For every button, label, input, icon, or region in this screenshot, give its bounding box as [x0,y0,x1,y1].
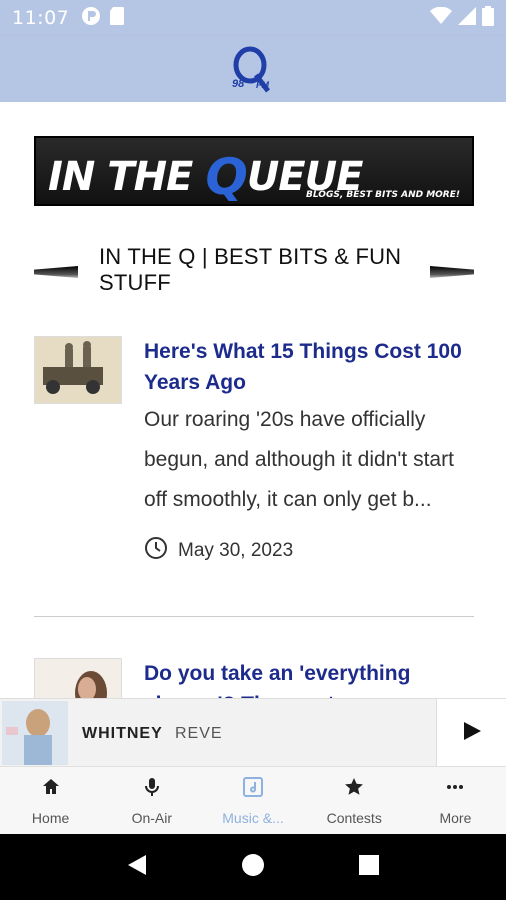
nav-item-more[interactable]: More [405,767,506,834]
content-area[interactable]: IN THE QUEUE BLOGS, BEST BITS AND MORE! … [0,102,506,698]
home-icon [41,777,61,802]
star-icon [344,777,364,802]
music-icon [243,777,263,802]
nav-item-music[interactable]: Music &... [202,767,303,834]
heading-decor-left [34,266,78,278]
status-time: 11:07 [12,7,70,29]
nav-item-home[interactable]: Home [0,767,101,834]
wifi-icon [430,6,452,30]
article-excerpt: Our roaring '20s have officially begun, … [144,408,454,511]
recents-icon[interactable] [358,854,380,881]
p-circle-icon [81,6,101,31]
now-playing-bar[interactable]: WHITNEY REVE [0,698,506,767]
album-art [2,701,68,765]
battery-icon [482,5,494,31]
nav-item-contests[interactable]: Contests [304,767,405,834]
banner-title-q: Q [205,148,248,206]
article-card[interactable]: Do you take an 'everything shower'? The … [34,658,474,698]
cell-signal-icon [458,6,476,30]
article-card[interactable]: Here's What 15 Things Cost 100 Years Ago… [34,336,474,586]
nav-label-more: More [439,810,472,826]
play-button[interactable] [436,699,506,767]
article-thumbnail[interactable] [34,658,122,698]
in-the-queue-banner[interactable]: IN THE QUEUE BLOGS, BEST BITS AND MORE! [34,136,474,206]
now-playing-title: WHITNEY [82,725,163,742]
app-header: 98 FM [0,36,506,102]
section-heading: IN THE Q | BEST BITS & FUN STUFF [34,244,474,304]
banner-title-part1: IN THE [48,154,193,200]
nav-label-home: Home [31,810,70,826]
bottom-navigation: Home On-Air Music &... Contests More [0,766,506,834]
sd-card-icon [109,6,125,31]
play-icon [461,720,483,747]
article-title[interactable]: Here's What 15 Things Cost 100 Years Ago [144,336,474,398]
heading-decor-right [430,266,474,278]
system-navigation-bar [0,834,506,900]
now-playing-subtitle: REVE [175,725,223,742]
logo-98: 98 [232,78,245,90]
article-thumbnail[interactable] [34,336,122,404]
nav-item-on-air[interactable]: On-Air [101,767,202,834]
banner-tagline: BLOGS, BEST BITS AND MORE! [306,190,460,200]
article-title[interactable]: Do you take an 'everything shower'? The … [144,658,474,698]
back-icon[interactable] [126,853,148,882]
q98-logo[interactable]: 98 FM [228,45,278,93]
article-date-text: May 30, 2023 [178,540,294,561]
nav-label-contests: Contests [326,810,382,826]
home-circle-icon[interactable] [241,853,265,882]
section-title: IN THE Q | BEST BITS & FUN STUFF [99,244,402,295]
clock-icon [144,536,168,566]
article-date: May 30, 2023 [144,536,293,566]
logo-fm: FM [256,80,269,90]
microphone-icon [142,777,162,802]
article-divider [34,616,474,617]
more-icon [445,777,465,802]
nav-label-music: Music &... [222,810,284,826]
nav-label-on-air: On-Air [131,810,173,826]
status-bar: 11:07 [0,0,506,36]
